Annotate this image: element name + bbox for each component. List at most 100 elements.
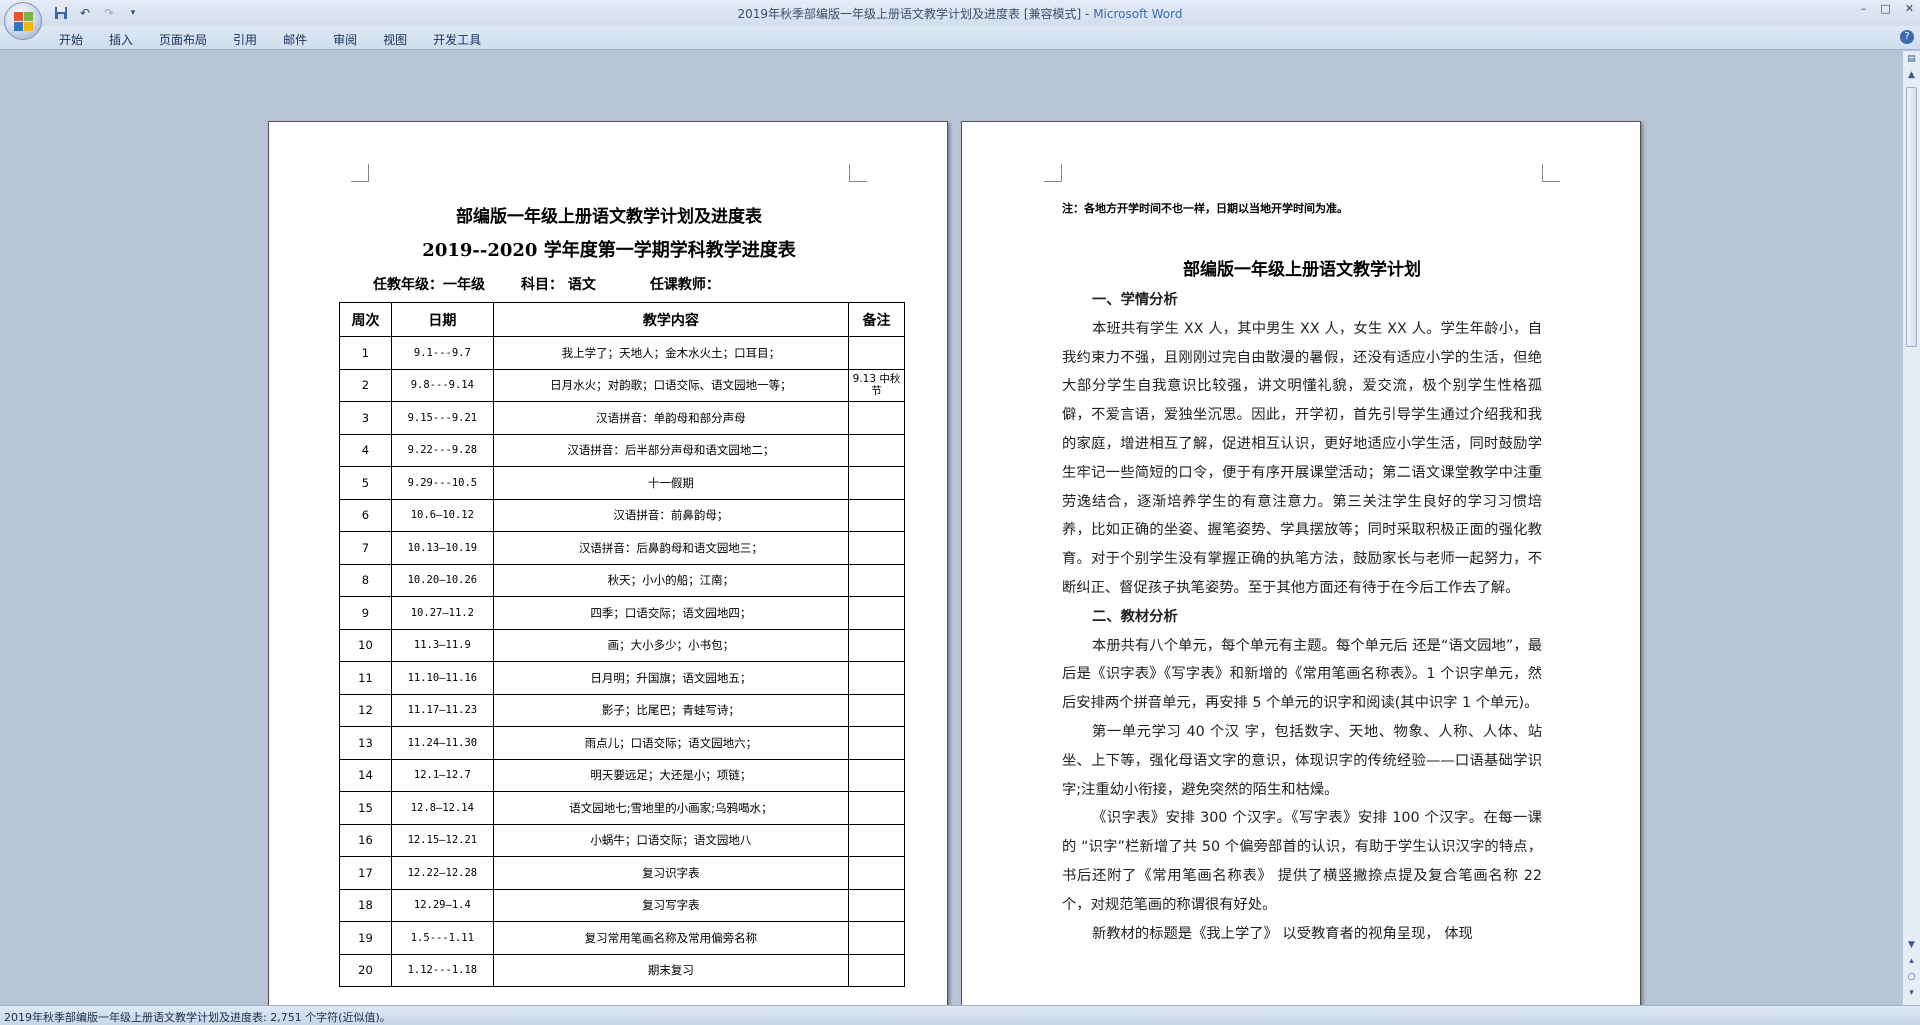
- table-row: 8 10.20—10.26 秋天；小小的船；江南；: [339, 563, 905, 597]
- date-cell: 11.3—11.9: [390, 628, 494, 662]
- paragraph: 本班共有学生 XX 人，其中男生 XX 人，女生 XX 人。学生年龄小，自我约束…: [1062, 320, 1542, 596]
- close-button[interactable]: ✕: [1905, 2, 1914, 15]
- content-cell: 十一假期: [492, 466, 850, 500]
- week-cell: 19: [339, 921, 392, 955]
- remark-cell: [848, 498, 905, 532]
- remark-cell: [848, 433, 905, 467]
- page-1: 部编版一年级上册语文教学计划及进度表 2019--2020 学年度第一学期学科教…: [268, 121, 948, 1005]
- tab-insert[interactable]: 插入: [96, 29, 146, 50]
- office-logo-icon: [14, 12, 34, 32]
- schedule-title: 部编版一年级上册语文教学计划及进度表: [456, 207, 762, 227]
- maximize-button[interactable]: □: [1880, 2, 1890, 15]
- teacher-info: 任教年级：一年级 科目： 语文 任课教师：: [373, 274, 720, 294]
- ribbon-tabs: 开始 插入 页面布局 引用 邮件 审阅 视图 开发工具: [46, 29, 494, 50]
- table-row: 3 9.15---9.21 汉语拼音：单韵母和部分声母: [339, 401, 905, 435]
- week-cell: 11: [339, 661, 392, 695]
- remark-cell: [848, 921, 905, 955]
- scroll-up-icon[interactable]: ▲: [1905, 69, 1918, 82]
- date-cell: 12.22—12.28: [390, 856, 494, 890]
- status-word-count: 2019年秋季部编版一年级上册语文教学计划及进度表: 2,751 个字符(近似值…: [4, 1011, 391, 1024]
- office-button[interactable]: [4, 2, 42, 40]
- content-cell: 雨点儿；口语交际；语文园地六；: [492, 726, 850, 760]
- table-row: 15 12.8—12.14 语文园地七;雪地里的小画家;乌鸦喝水；: [339, 791, 905, 825]
- content-cell: 影子；比尾巴；青蛙写诗；: [492, 693, 850, 727]
- remark-cell: [848, 401, 905, 435]
- tab-developer[interactable]: 开发工具: [420, 29, 494, 50]
- tab-references[interactable]: 引用: [220, 29, 270, 50]
- remark-cell: [848, 758, 905, 792]
- week-cell: 12: [339, 693, 392, 727]
- date-cell: 12.15—12.21: [390, 823, 494, 857]
- date-cell: 10.13—10.19: [390, 531, 494, 565]
- remark-cell: [848, 466, 905, 500]
- content-cell: 小蜗牛；口语交际；语文园地八: [492, 823, 850, 857]
- content-cell: 明天要远足；大还是小；项链；: [492, 758, 850, 792]
- week-cell: 14: [339, 758, 392, 792]
- table-row: 10 11.3—11.9 画；大小多少；小书包；: [339, 628, 905, 662]
- table-header-row: 周次 日期 教学内容 备注: [339, 302, 905, 337]
- week-cell: 13: [339, 726, 392, 760]
- content-cell: 汉语拼音：后鼻韵母和语文园地三；: [492, 531, 850, 565]
- remark-cell: [848, 693, 905, 727]
- remark-cell: [848, 823, 905, 857]
- remark-cell: [848, 336, 905, 370]
- help-icon[interactable]: ?: [1900, 30, 1914, 44]
- title-bar: ↶ ↷ ▾ 2019年秋季部编版一年级上册语文教学计划及进度表 [兼容模式] -…: [0, 0, 1920, 26]
- content-cell: 日月明；升国旗；语文园地五；: [492, 661, 850, 695]
- ruler-toggle-icon[interactable]: ▤: [1905, 53, 1918, 66]
- date-cell: 11.24—11.30: [390, 726, 494, 760]
- date-cell: 10.27—11.2: [390, 596, 494, 630]
- scroll-down-icon[interactable]: ▼: [1905, 939, 1918, 952]
- header-week: 周次: [339, 302, 392, 337]
- vertical-scrollbar[interactable]: ▤ ▲ ▼ ▴ ○ ▾: [1902, 51, 1920, 1005]
- week-cell: 15: [339, 791, 392, 825]
- previous-page-icon[interactable]: ▴: [1905, 955, 1918, 968]
- content-cell: 四季；口语交际；语文园地四；: [492, 596, 850, 630]
- grade-label: 任教年级：一年级: [373, 277, 485, 293]
- plan-title: 部编版一年级上册语文教学计划: [1183, 260, 1421, 280]
- content-cell: 秋天；小小的船；江南；: [492, 563, 850, 597]
- week-cell: 9: [339, 596, 392, 630]
- next-page-icon[interactable]: ▾: [1905, 987, 1918, 1000]
- content-cell: 画；大小多少；小书包；: [492, 628, 850, 662]
- scroll-thumb[interactable]: [1906, 87, 1917, 347]
- page-2: 注：各地方开学时间不也一样，日期以当地开学时间为准。 部编版一年级上册语文教学计…: [961, 121, 1641, 1005]
- tab-review[interactable]: 审阅: [320, 29, 370, 50]
- tab-page-layout[interactable]: 页面布局: [146, 29, 220, 50]
- status-bar: 2019年秋季部编版一年级上册语文教学计划及进度表: 2,751 个字符(近似值…: [0, 1005, 1920, 1025]
- content-cell: 汉语拼音：单韵母和部分声母: [492, 401, 850, 435]
- date-cell: 9.15---9.21: [390, 401, 494, 435]
- week-cell: 18: [339, 888, 392, 922]
- subject-label: 科目： 语文: [521, 277, 596, 293]
- date-cell: 1.12---1.18: [390, 953, 494, 987]
- remark-cell: [848, 888, 905, 922]
- remark-cell: [848, 661, 905, 695]
- section-heading: 一、学情分析: [1092, 292, 1178, 308]
- table-row: 16 12.15—12.21 小蜗牛；口语交际；语文园地八: [339, 823, 905, 857]
- date-cell: 11.17—11.23: [390, 693, 494, 727]
- table-row: 20 1.12---1.18 期末复习: [339, 953, 905, 987]
- tab-mailings[interactable]: 邮件: [270, 29, 320, 50]
- date-cell: 9.22---9.28: [390, 433, 494, 467]
- content-cell: 复习识字表: [492, 856, 850, 890]
- minimize-button[interactable]: –: [1861, 2, 1867, 15]
- teacher-label: 任课教师：: [649, 277, 720, 293]
- tab-home[interactable]: 开始: [46, 29, 96, 50]
- table-row: 11 11.10—11.16 日月明；升国旗；语文园地五；: [339, 661, 905, 695]
- table-row: 5 9.29---10.5 十一假期: [339, 466, 905, 500]
- content-cell: 语文园地七;雪地里的小画家;乌鸦喝水；: [492, 791, 850, 825]
- date-cell: 1.5---1.11: [390, 921, 494, 955]
- content-cell: 复习常用笔画名称及常用偏旁名称: [492, 921, 850, 955]
- date-cell: 12.1—12.7: [390, 758, 494, 792]
- week-cell: 6: [339, 498, 392, 532]
- date-cell: 9.8---9.14: [390, 368, 494, 402]
- document-name: 2019年秋季部编版一年级上册语文教学计划及进度表 [兼容模式]: [737, 7, 1082, 21]
- remark-cell: [848, 953, 905, 987]
- table-row: 12 11.17—11.23 影子；比尾巴；青蛙写诗；: [339, 693, 905, 727]
- tab-view[interactable]: 视图: [370, 29, 420, 50]
- remark-cell: [848, 531, 905, 565]
- week-cell: 4: [339, 433, 392, 467]
- plan-body: 一、学情分析本班共有学生 XX 人，其中男生 XX 人，女生 XX 人。学生年龄…: [1062, 286, 1542, 948]
- content-cell: 日月水火；对韵歌；口语交际、语文园地一等；: [492, 368, 850, 402]
- browse-object-icon[interactable]: ○: [1905, 971, 1918, 984]
